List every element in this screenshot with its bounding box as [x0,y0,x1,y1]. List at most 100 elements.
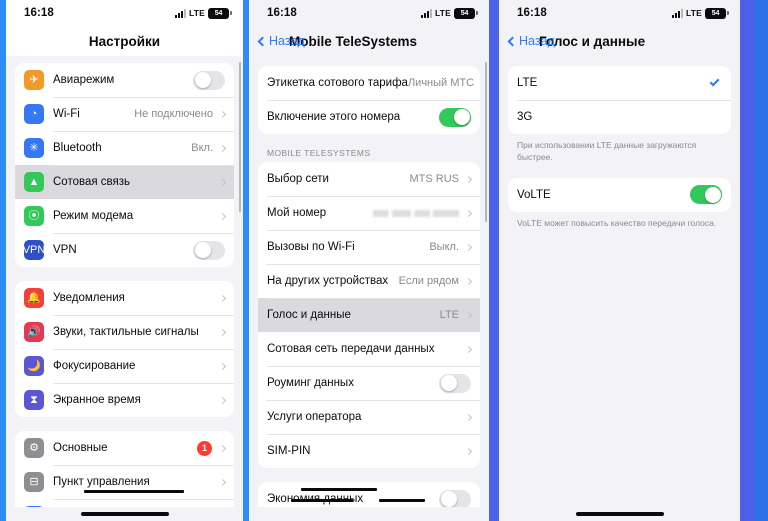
row-label: Сотовая связь [53,176,131,188]
list-item[interactable]: Услуги оператора [258,400,480,434]
focus-icon: 🌙 [24,356,44,376]
list-item[interactable]: ✳ Bluetooth Вкл. [15,131,234,165]
carrier-scroll-body[interactable]: Этикетка сотового тарифа Личный МТС Включе… [249,56,489,507]
row-label: Основные [53,442,108,454]
status-bar-panel3: 16:18 LTE 54 [499,0,740,26]
bluetooth-icon: ✳ [24,138,44,158]
list-item[interactable]: На других устройствах Если рядом [258,264,480,298]
toggle-switch[interactable] [439,373,471,393]
list-item[interactable]: AAЭкран и яркость [15,499,234,507]
row-label: Bluetooth [53,142,102,154]
scrollbar-panel2[interactable] [484,62,487,222]
list-item[interactable]: ◔ Wi-Fi Не подключено [15,97,234,131]
row-value: MTS RUS [409,173,460,185]
chevron-right-icon [464,243,473,251]
back-button-panel2[interactable]: Назад [257,34,305,48]
status-bar-panel1: 16:18 LTE 54 [6,0,243,26]
chevron-right-icon [218,478,227,486]
chevron-right-icon [464,311,473,319]
list-item[interactable]: SIM-PIN [258,434,480,468]
toggle-switch[interactable] [439,107,471,127]
list-item[interactable]: Включение этого номера [258,100,480,134]
chevron-right-icon [464,175,473,183]
row-label: Авиарежим [53,74,115,86]
battery-icon: 54 [208,7,232,19]
network-type-label: LTE [188,8,205,18]
panel-voice-data-root: 16:18 LTE 54 Назад Голос и данные LTE 3G … [499,0,740,521]
control-center-icon: ⊟ [24,472,44,492]
list-item[interactable]: ▲ Сотовая связь [15,165,234,199]
chevron-right-icon [218,396,227,404]
list-item[interactable]: ⊟ Пункт управления [15,465,234,499]
list-item[interactable]: Мой номер [258,196,480,230]
list-item[interactable]: 🔊 Звуки, тактильные сигналы [15,315,234,349]
carrier-group-plan: Этикетка сотового тарифа Личный МТС Включе… [258,66,480,134]
page-title-carrier: Mobile TeleSystems [289,33,418,49]
signal-bars-icon [671,8,683,18]
redacted-value [373,209,459,217]
chevron-right-icon [464,447,473,455]
list-item[interactable]: Выбор сети MTS RUS [258,162,480,196]
row-label: Услуги оператора [267,411,362,423]
toggle-switch[interactable] [193,70,225,90]
list-item[interactable]: ⚙ Основные 1 [15,431,234,465]
row-label: 3G [517,111,533,123]
row-label: Экранное время [53,394,141,406]
list-item[interactable]: ✈ Авиарежим [15,63,234,97]
row-label: Уведомления [53,292,125,304]
settings-group-notifications: 🔔 Уведомления 🔊 Звуки, тактильные сигналы 🌙 Ф… [15,281,234,417]
list-item[interactable]: ⧗ Экранное время [15,383,234,417]
carrier-group-main: Выбор сети MTS RUS Мой номер Вызовы по Wi-F… [258,162,480,468]
section-header-carrier: MOBILE TELESYSTEMS [267,148,371,158]
chevron-right-icon [218,110,227,118]
carrier-group-data-saver: Экономия данных [258,482,480,507]
list-item[interactable]: 3G [508,100,731,134]
row-label: VPN [53,244,77,256]
list-item[interactable]: Экономия данных [258,482,480,507]
list-item[interactable]: 🔔 Уведомления [15,281,234,315]
list-item[interactable]: VPN VPN [15,233,234,267]
toggle-switch[interactable] [439,489,471,507]
chevron-right-icon [218,328,227,336]
redaction-strike-1 [84,490,184,493]
airplane-icon: ✈ [24,70,44,90]
list-item[interactable]: Этикетка сотового тарифа Личный МТС [258,66,480,100]
list-item[interactable]: LTE [508,66,731,100]
list-item[interactable]: 🌙 Фокусирование [15,349,234,383]
voice-data-footer-text: При использовании LTE данные загружаются… [517,140,697,163]
status-clock: 16:18 [267,7,297,19]
row-label: Голос и данные [267,309,351,321]
toggle-switch[interactable] [193,240,225,260]
chevron-right-icon [218,144,227,152]
battery-icon: 54 [705,7,729,19]
list-item[interactable]: Сотовая сеть передачи данных [258,332,480,366]
list-item[interactable]: ⦿ Режим модема [15,199,234,233]
list-item[interactable]: Роуминг данных [258,366,480,400]
row-value: Не подключено [134,108,213,120]
battery-percent: 54 [460,9,469,17]
signal-bars-icon [420,8,432,18]
row-label: VoLTE [517,188,551,201]
toggle-switch[interactable] [690,185,722,205]
chevron-right-icon [218,444,227,452]
home-indicator-panel3 [499,507,740,521]
status-clock: 16:18 [24,7,54,19]
list-item[interactable]: VoLTE [508,178,731,212]
redaction-strike-3 [379,499,425,502]
settings-scroll-body[interactable]: ✈ Авиарежим ◔ Wi-Fi Не подключено ✳ Bluetooth В… [6,56,243,507]
battery-icon: 54 [454,7,478,19]
row-label: Фокусирование [53,360,136,372]
back-button-panel3[interactable]: Назад [507,34,555,48]
voice-data-scroll-body[interactable]: LTE 3G При использовании LTE данные загру… [499,56,740,507]
chevron-right-icon [218,212,227,220]
settings-group-general: ⚙ Основные 1 ⊟ Пункт управления AAЭкран и ярк… [15,431,234,507]
network-type-label: LTE [434,8,451,18]
back-button-label: Назад [519,34,555,48]
list-item[interactable]: Голос и данные LTE [258,298,480,332]
chevron-right-icon [464,277,473,285]
panel-carrier-root: 16:18 LTE 54 Назад Mobile TeleSystems Эт… [249,0,489,521]
scrollbar-panel1[interactable] [238,62,241,212]
back-button-label: Назад [269,34,305,48]
list-item[interactable]: Вызовы по Wi-Fi Выкл. [258,230,480,264]
chevron-left-icon [257,36,268,46]
